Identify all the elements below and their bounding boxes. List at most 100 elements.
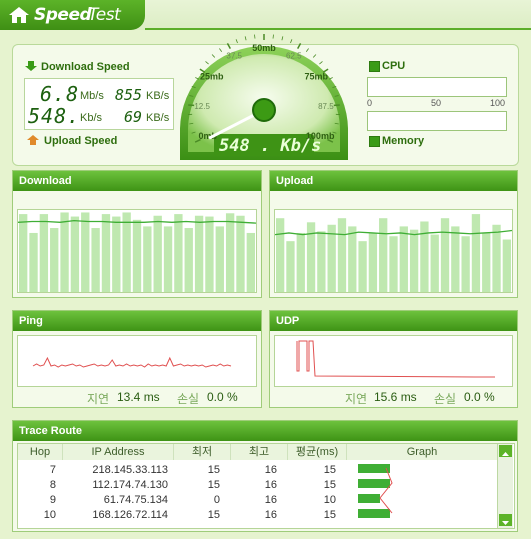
cpu-scale-100: 100	[490, 98, 506, 108]
graph-bar	[143, 226, 152, 292]
row-hop: 9	[49, 494, 56, 506]
row-hop: 10	[43, 509, 56, 521]
graph-bar	[430, 234, 439, 292]
upload-KBs-value: 69	[124, 108, 143, 126]
graph-bar	[112, 216, 121, 292]
ping-loss-value: 0.0 %	[207, 390, 238, 404]
upload-kbs-unit: Kb/s	[80, 112, 103, 124]
chevron-up-icon	[502, 452, 509, 456]
graph-bar	[502, 239, 511, 292]
graph-bar	[132, 219, 142, 292]
scroll-down-button[interactable]	[499, 514, 512, 526]
memory-label: Memory	[382, 135, 425, 147]
graph-bar	[317, 231, 326, 292]
graph-bar	[50, 228, 59, 292]
col-graph: Graph	[347, 444, 498, 460]
ping-loss-label: 손실	[177, 392, 200, 406]
home-icon	[9, 7, 29, 23]
graph-bar	[205, 216, 214, 292]
gauge-tick-label: 37.5	[226, 52, 242, 61]
graph-bar	[276, 218, 285, 292]
graph-bar	[29, 232, 38, 292]
graph-bar	[348, 226, 357, 292]
row-ip: 61.74.75.134	[103, 494, 168, 506]
udp-panel-title: UDP	[270, 311, 517, 331]
upload-kbs-value: 548.	[28, 104, 81, 128]
cpu-scale-50: 50	[431, 98, 442, 108]
graph-bar	[215, 226, 224, 292]
udp-chart	[296, 340, 495, 378]
cpu-scale-0: 0	[367, 98, 373, 108]
udp-panel: UDP 지연 15.6 ms 손실 0.0 %	[269, 310, 518, 408]
memory-icon	[369, 136, 380, 147]
download-mbs-value: 6.8	[40, 82, 80, 106]
ping-graph	[17, 335, 257, 387]
graph-bar	[409, 229, 419, 292]
graph-bar	[60, 212, 69, 292]
row-max: 16	[264, 464, 277, 476]
graph-bar	[91, 228, 100, 292]
row-hop: 8	[49, 479, 56, 491]
gauge-tick-label: 12.5	[194, 102, 210, 111]
download-kbs-unit: KB/s	[146, 90, 170, 102]
col-hop: Hop	[18, 444, 63, 460]
udp-loss-label: 손실	[434, 392, 457, 406]
row-max: 16	[264, 479, 277, 491]
download-chart	[17, 212, 257, 292]
ping-panel: Ping 지연 13.4 ms 손실 0.0 %	[12, 310, 262, 408]
graph-bar	[184, 228, 193, 292]
app-title-light: Test	[88, 5, 121, 25]
graph-bar	[492, 224, 501, 292]
download-speed-label: Download Speed	[41, 61, 130, 73]
row-hop: 7	[49, 464, 56, 476]
download-panel-title: Download	[13, 171, 261, 191]
cpu-label: CPU	[382, 60, 406, 72]
ping-chart	[32, 356, 232, 368]
graph-bar	[461, 236, 470, 292]
row-max: 16	[264, 509, 277, 521]
trace-route-panel: Trace Route Hop IP Address 최저 최고 평균(ms) …	[12, 420, 518, 532]
col-ip: IP Address	[63, 444, 174, 460]
graph-bar	[246, 232, 255, 292]
graph-bar	[451, 226, 460, 292]
row-min: 15	[207, 509, 220, 521]
upload-panel: Upload	[269, 170, 518, 298]
graph-bar	[163, 226, 173, 292]
row-avg: 15	[323, 479, 336, 491]
row-ip: 218.145.33.113	[92, 464, 168, 476]
graph-bar	[482, 232, 491, 292]
chevron-down-icon	[502, 521, 509, 525]
graph-bar	[337, 218, 347, 292]
trace-scrollbar[interactable]	[497, 444, 513, 528]
download-mbs-unit: Mb/s	[80, 90, 104, 102]
graph-bar	[153, 215, 162, 292]
memory-bar	[367, 111, 507, 131]
graph-bar	[296, 232, 305, 292]
gauge-readout: 548 . Kb/s	[219, 136, 322, 156]
scroll-up-button[interactable]	[499, 445, 512, 457]
download-panel: Download	[12, 170, 262, 298]
graph-bar	[327, 224, 336, 292]
graph-bar	[286, 241, 295, 292]
col-min: 최저	[174, 444, 231, 460]
upload-chart	[274, 214, 513, 292]
cpu-icon	[369, 61, 380, 72]
ping-delay-value: 13.4 ms	[117, 390, 160, 404]
trace-route-table: Hop IP Address 최저 최고 평균(ms) Graph 7 218.…	[17, 443, 515, 529]
row-ip: 112.174.74.130	[92, 479, 168, 491]
gauge-tick-label: 87.5	[318, 102, 334, 111]
udp-delay-value: 15.6 ms	[374, 390, 417, 404]
graph-bar	[379, 218, 388, 292]
cpu-bar	[367, 77, 507, 97]
graph-bar	[368, 232, 378, 292]
ping-delay-label: 지연	[87, 392, 110, 406]
graph-bar	[194, 215, 204, 292]
graph-bar	[236, 215, 245, 292]
upload-speed-label: Upload Speed	[44, 135, 118, 147]
upload-graph	[274, 209, 513, 293]
graph-bar	[358, 241, 367, 292]
row-avg: 15	[323, 464, 336, 476]
gauge-tick-label: 75mb	[305, 72, 329, 82]
graph-bar	[70, 216, 80, 292]
download-kbs-value: 855	[115, 86, 143, 104]
